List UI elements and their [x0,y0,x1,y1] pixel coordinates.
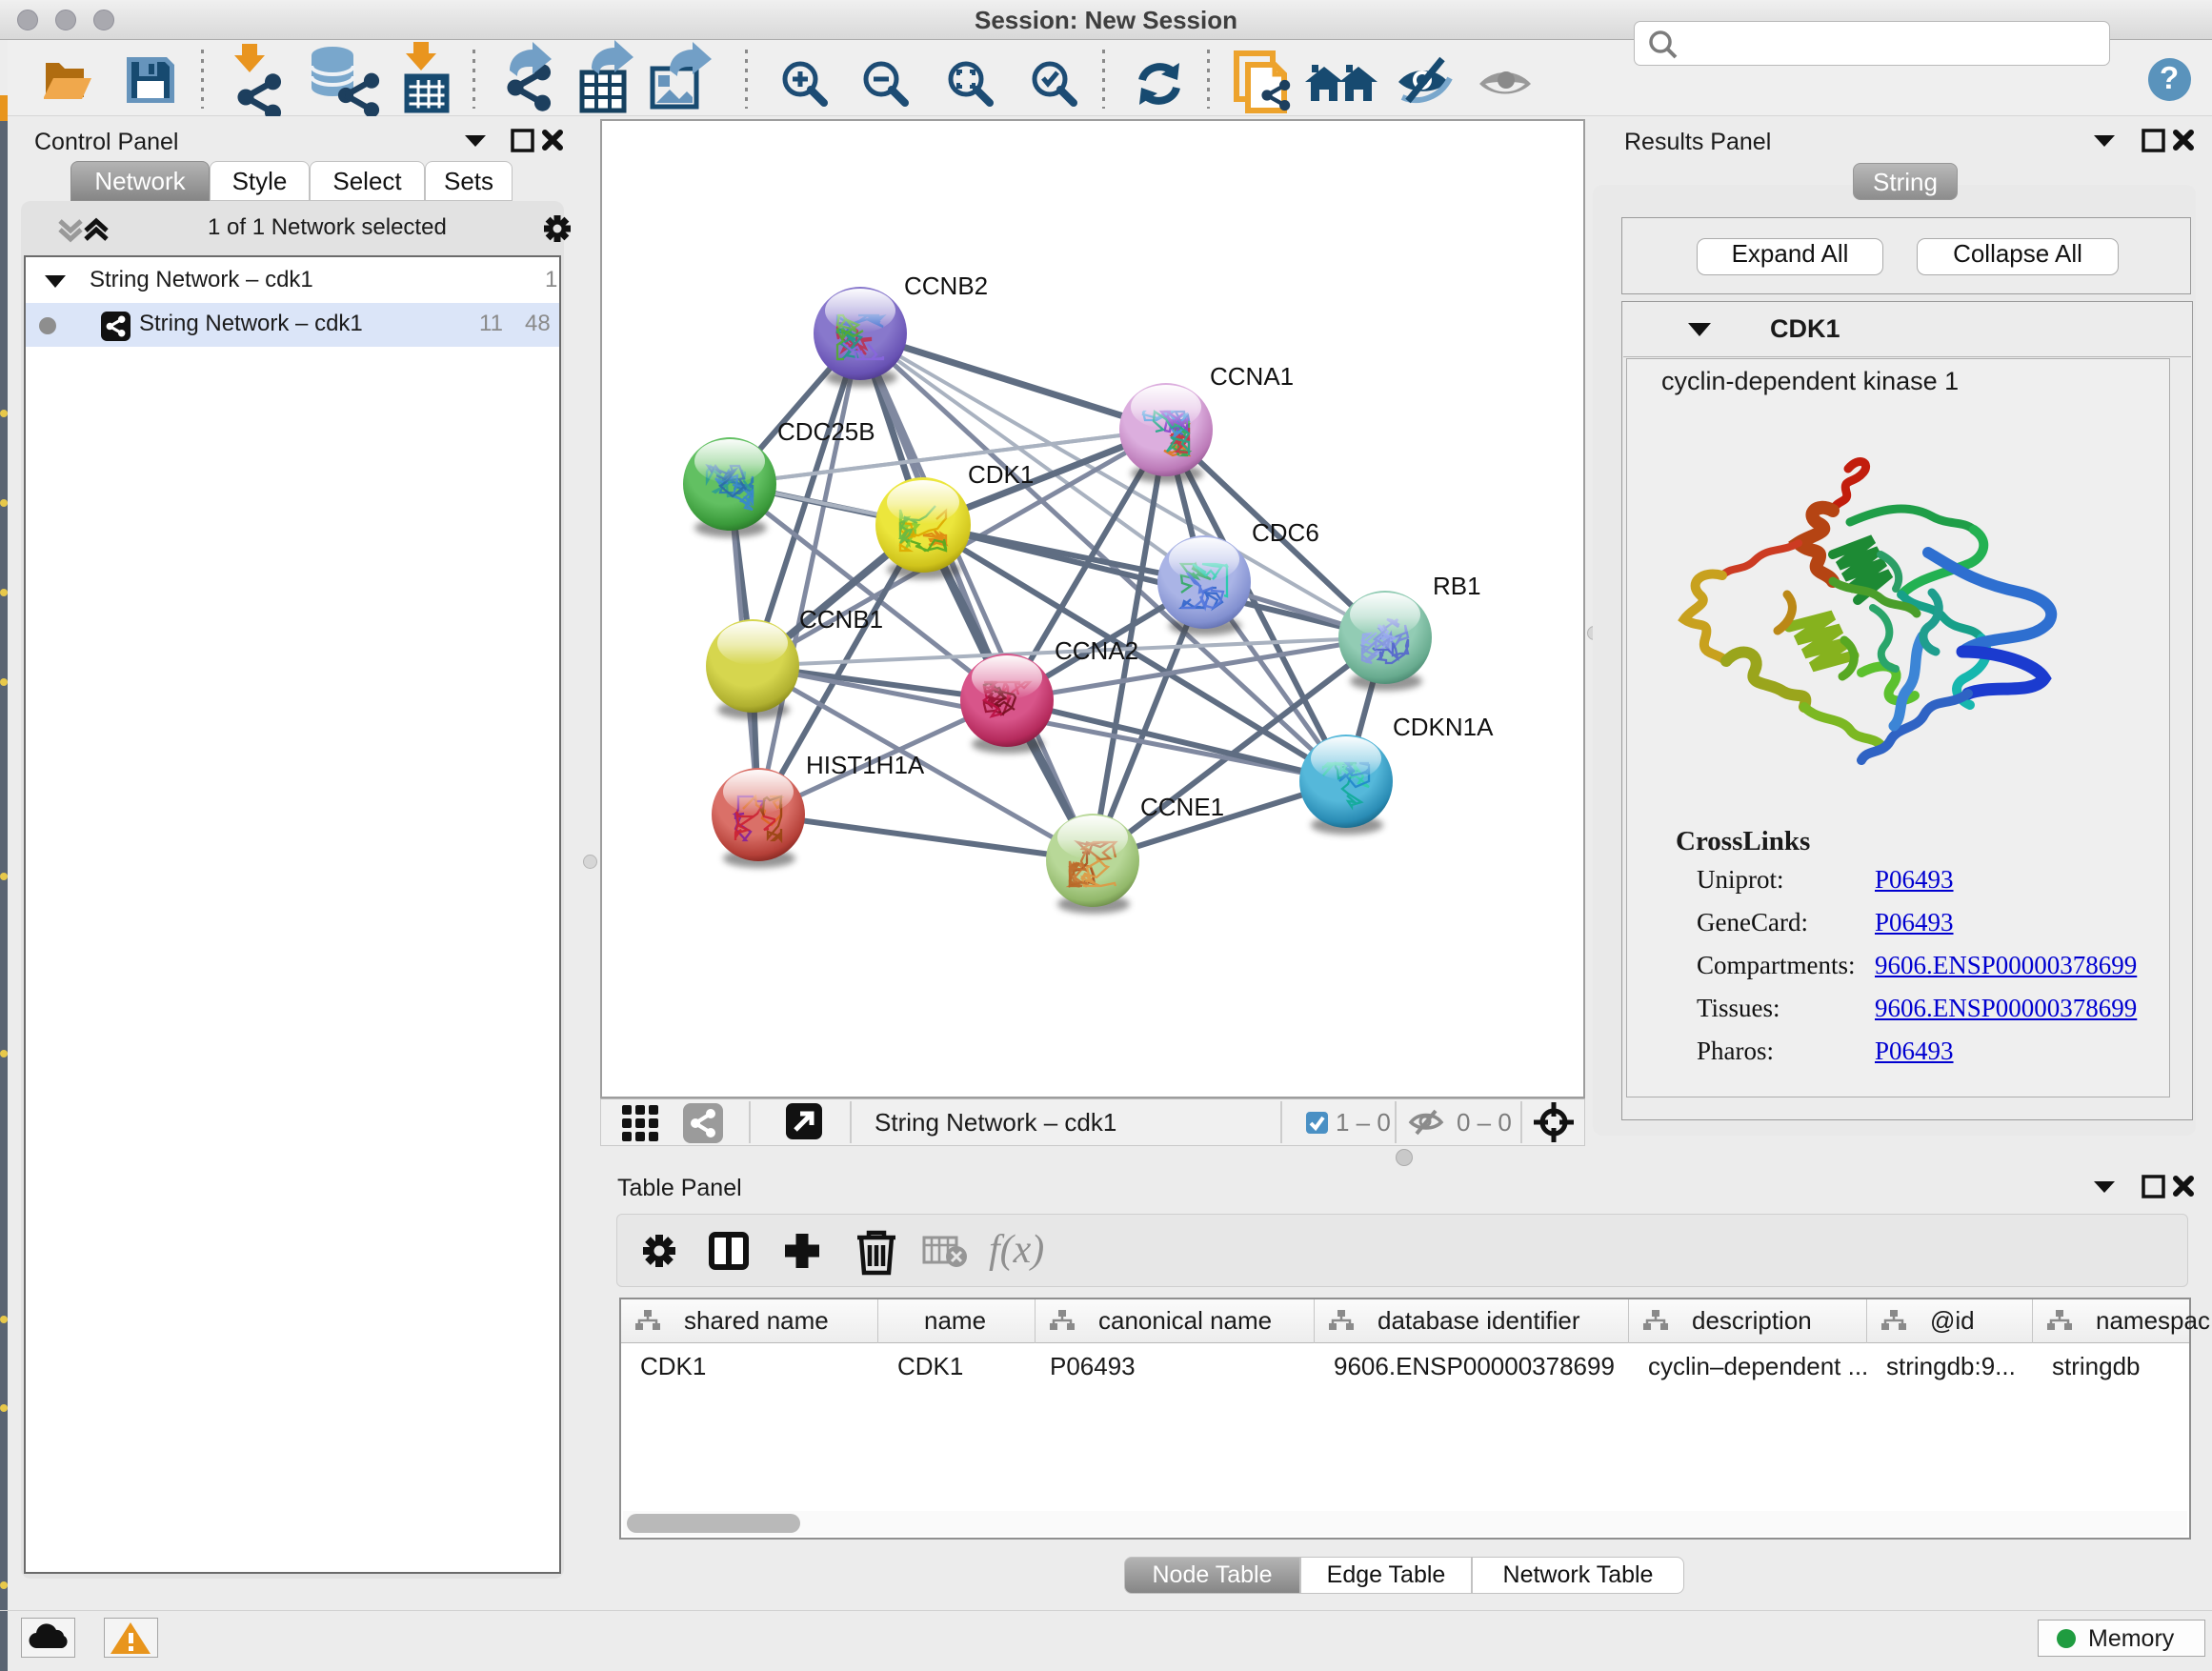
svg-text:CCNB1: CCNB1 [799,605,883,634]
svg-text:CDKN1A: CDKN1A [1393,713,1494,741]
svg-text:0 – 0: 0 – 0 [1457,1108,1512,1137]
svg-text:RB1: RB1 [1433,572,1481,600]
svg-text:HIST1H1A: HIST1H1A [806,751,925,779]
svg-text:CDC6: CDC6 [1252,518,1319,547]
svg-text:CDC25B: CDC25B [777,417,875,446]
svg-text:CCNE1: CCNE1 [1140,793,1224,821]
svg-text:CDK1: CDK1 [968,460,1034,489]
svg-text:CCNA1: CCNA1 [1210,362,1294,391]
svg-text:CCNA2: CCNA2 [1055,636,1138,665]
svg-text:String Network – cdk1: String Network – cdk1 [875,1108,1116,1137]
svg-text:f(x): f(x) [989,1228,1044,1272]
svg-text:1 – 0: 1 – 0 [1336,1108,1391,1137]
svg-text:CCNB2: CCNB2 [904,272,988,300]
